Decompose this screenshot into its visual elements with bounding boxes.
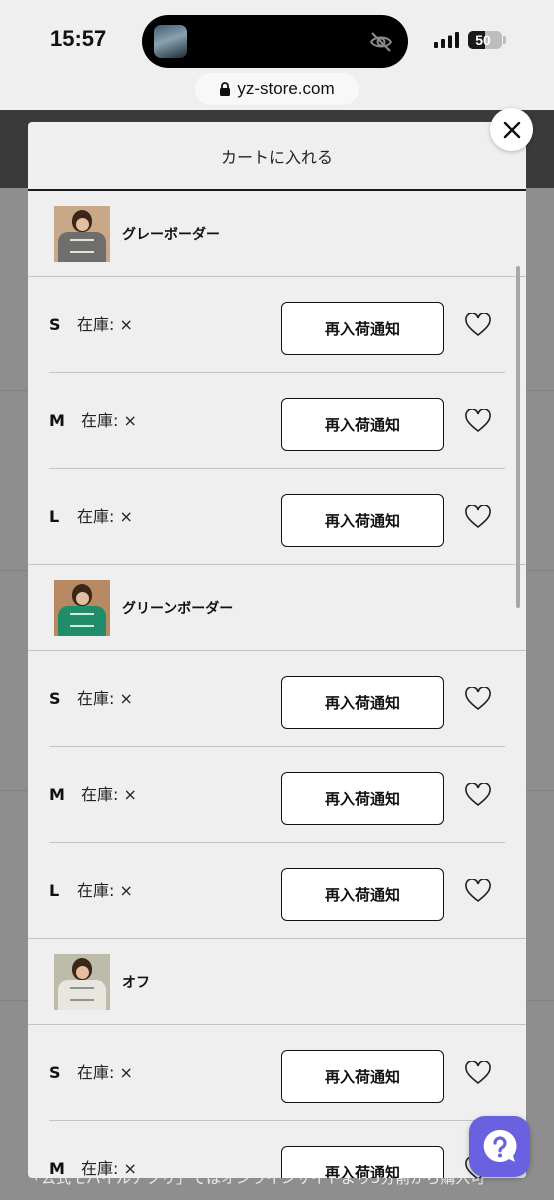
stock-status: 在庫: × (77, 507, 133, 526)
muted-eye-icon (369, 32, 393, 52)
heart-outline-icon[interactable] (465, 687, 491, 711)
product-image (54, 579, 110, 636)
close-modal-button[interactable] (490, 108, 533, 151)
restock-notify-button[interactable]: 再入荷通知 (281, 676, 444, 729)
heart-outline-icon[interactable] (465, 879, 491, 903)
size-row-l: L 在庫: × 再入荷通知 (28, 843, 526, 939)
shirt-print (70, 238, 94, 253)
model-face (76, 217, 89, 231)
size-row-m: M 在庫: × 再入荷通知 (49, 373, 505, 469)
size-label: M (49, 1159, 65, 1178)
restock-notify-button[interactable]: 再入荷通知 (281, 1146, 444, 1178)
size-label: M (49, 785, 65, 804)
product-name: オフ (122, 974, 150, 991)
size-label: M (49, 411, 65, 430)
battery-level: 50 (475, 32, 491, 48)
signal-icon (434, 32, 459, 48)
size-row-l: L 在庫: × 再入荷通知 (28, 469, 526, 565)
heart-outline-icon[interactable] (465, 1061, 491, 1085)
product-variant-off-white: オフ (28, 939, 526, 1025)
size-row-s: S 在庫: × 再入荷通知 (49, 651, 505, 747)
restock-notify-button[interactable]: 再入荷通知 (281, 1050, 444, 1103)
heart-outline-icon[interactable] (465, 313, 491, 337)
size-label: S (49, 1063, 61, 1082)
model-face (76, 965, 89, 979)
restock-notify-button[interactable]: 再入荷通知 (281, 302, 444, 355)
heart-outline-icon[interactable] (465, 505, 491, 529)
now-playing-thumbnail (154, 25, 187, 58)
question-icon (483, 1129, 517, 1162)
heart-outline-icon[interactable] (465, 409, 491, 433)
size-label: S (49, 315, 61, 334)
product-variant-gray-border: グレーボーダー (28, 191, 526, 277)
stock-status: 在庫: × (77, 881, 133, 900)
stock-status: 在庫: × (81, 1159, 137, 1178)
add-to-cart-modal: カートに入れる グレーボーダー S 在庫: × 再入荷通知 M 在庫: × 再入… (28, 122, 526, 1178)
restock-notify-button[interactable]: 再入荷通知 (281, 494, 444, 547)
size-label: L (49, 507, 60, 526)
battery-icon: 50 (468, 31, 502, 49)
status-time: 15:57 (50, 26, 107, 51)
product-image (54, 953, 110, 1010)
stock-status: 在庫: × (81, 785, 137, 804)
product-name: グリーンボーダー (122, 600, 234, 617)
size-row-m: M 在庫: × 再入荷通知 (49, 747, 505, 843)
product-variant-green-border: グリーンボーダー (28, 565, 526, 651)
stock-status: 在庫: × (77, 315, 133, 334)
modal-scrollbar[interactable] (516, 266, 520, 608)
close-icon (503, 121, 520, 138)
product-name: グレーボーダー (122, 226, 220, 243)
size-row-s: S 在庫: × 再入荷通知 (49, 277, 505, 373)
lock-icon (220, 82, 231, 96)
modal-title: カートに入れる (220, 147, 333, 167)
stock-status: 在庫: × (77, 689, 133, 708)
heart-outline-icon[interactable] (465, 783, 491, 807)
help-chat-button[interactable] (469, 1116, 530, 1177)
dynamic-island (142, 15, 408, 68)
stock-status: 在庫: × (81, 411, 137, 430)
status-bar: 15:57 50 (0, 0, 554, 70)
restock-notify-button[interactable]: 再入荷通知 (281, 868, 444, 921)
restock-notify-button[interactable]: 再入荷通知 (281, 398, 444, 451)
shirt-print (70, 986, 94, 1001)
size-label: S (49, 689, 61, 708)
size-label: L (49, 881, 60, 900)
restock-notify-button[interactable]: 再入荷通知 (281, 772, 444, 825)
product-image (54, 205, 110, 262)
battery-tip (503, 36, 506, 44)
url-text: yz-store.com (237, 79, 335, 98)
stock-status: 在庫: × (77, 1063, 133, 1082)
modal-header: カートに入れる (28, 122, 526, 191)
variant-list[interactable]: グレーボーダー S 在庫: × 再入荷通知 M 在庫: × 再入荷通知 L 在庫… (28, 191, 526, 1178)
address-bar[interactable]: yz-store.com (195, 73, 359, 105)
size-row-m: M 在庫: × 再入荷通知 (49, 1121, 505, 1178)
model-face (76, 591, 89, 605)
size-row-s: S 在庫: × 再入荷通知 (49, 1025, 505, 1121)
shirt-print (70, 612, 94, 627)
